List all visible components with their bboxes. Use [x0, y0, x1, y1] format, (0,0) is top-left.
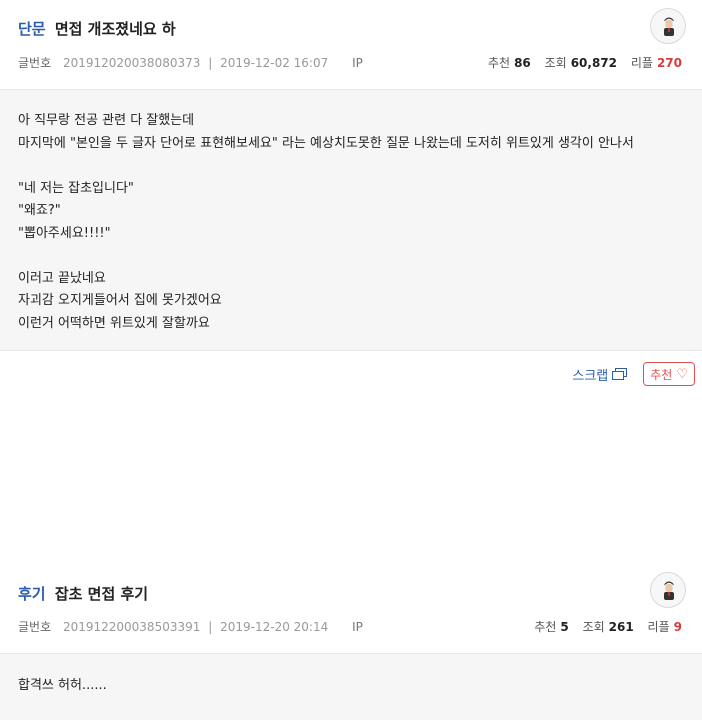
- replies-label: 리플: [647, 620, 670, 634]
- post-title-text[interactable]: 잡초 면접 후기: [55, 585, 148, 603]
- like-button[interactable]: 추천 ♡: [643, 362, 695, 386]
- post-title-text[interactable]: 면접 개조졌네요 하: [55, 20, 176, 38]
- user-avatar-icon: [664, 17, 674, 36]
- views-count: 60,872: [570, 56, 618, 70]
- post-body-text: 아 직무랑 전공 관련 다 잘했는데 마지막에 "본인을 두 글자 단어로 표현…: [18, 113, 634, 331]
- post-category[interactable]: 후기: [18, 585, 46, 603]
- post-category[interactable]: 단문: [18, 20, 46, 38]
- post-number-label: 글번호: [18, 620, 52, 634]
- post-date: 2019-12-02 16:07: [220, 56, 329, 70]
- like-label: 추천: [650, 367, 673, 382]
- post-title[interactable]: 후기 잡초 면접 후기: [18, 583, 148, 604]
- post-stats: 추천 86 조회 60,872 리플 270: [488, 54, 682, 71]
- recommend-count: 86: [514, 56, 531, 70]
- user-avatar-icon: [664, 581, 674, 600]
- post-actions: 스크랩 추천 ♡: [572, 362, 695, 386]
- post-ip: IP: [352, 56, 363, 70]
- post-body-text: 합격쓰 허허......: [18, 678, 107, 693]
- replies-count[interactable]: 9: [674, 620, 682, 634]
- post-number-label: 글번호: [18, 56, 52, 70]
- avatar-icon[interactable]: [650, 8, 686, 44]
- post-number: 201912200038503391: [62, 620, 201, 634]
- window-stack-icon: [612, 368, 628, 380]
- heart-outline-icon: ♡: [676, 366, 688, 382]
- post-stats: 추천 5 조회 261 리플 9: [534, 618, 682, 635]
- recommend-label: 추천: [487, 56, 511, 70]
- recommend-count: 5: [560, 620, 569, 634]
- post-meta: 글번호 201912020038080373 | 2019-12-02 16:0…: [18, 56, 363, 70]
- recommend-label: 추천: [534, 620, 557, 634]
- avatar-icon[interactable]: [650, 572, 686, 608]
- views-label: 조회: [582, 620, 605, 634]
- post-date: 2019-12-20 20:14: [220, 620, 329, 634]
- post-meta: 글번호 201912200038503391 | 2019-12-20 20:1…: [18, 620, 363, 634]
- post-number: 201912020038080373: [62, 56, 201, 70]
- post-ip: IP: [352, 620, 363, 634]
- post-body: 합격쓰 허허......: [0, 653, 702, 720]
- replies-count[interactable]: 270: [657, 56, 682, 70]
- views-count: 261: [608, 620, 634, 634]
- replies-label: 리플: [630, 56, 653, 70]
- scrap-label: 스크랩: [572, 368, 609, 384]
- post-title[interactable]: 단문 면접 개조졌네요 하: [18, 18, 176, 39]
- scrap-button[interactable]: 스크랩: [572, 365, 628, 384]
- post-body: 아 직무랑 전공 관련 다 잘했는데 마지막에 "본인을 두 글자 단어로 표현…: [0, 89, 702, 351]
- views-label: 조회: [544, 56, 567, 70]
